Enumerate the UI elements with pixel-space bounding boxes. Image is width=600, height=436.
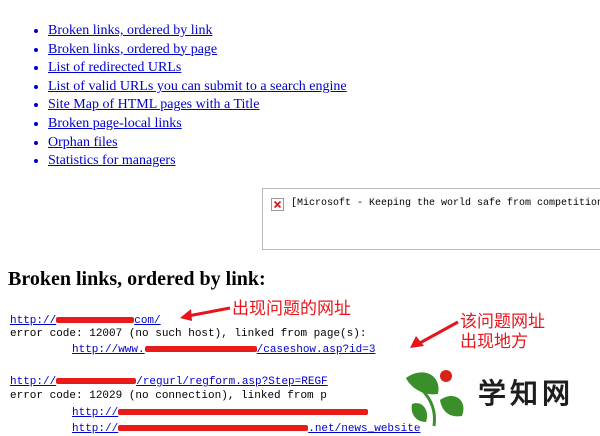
referrer-link[interactable]: http://www./caseshow.asp?id=3 [72,344,375,356]
nav-link-valid-urls[interactable]: List of valid URLs you can submit to a s… [48,79,347,94]
leaf-logo-icon [396,368,468,428]
annotation-arrow [180,306,231,321]
referrer-entry: http://.net/news_website [72,423,420,436]
referrer-entry: http://www./caseshow.asp?id=3 [72,344,375,357]
nav-link-page-local-links[interactable]: Broken page-local links [48,116,182,131]
broken-url-link[interactable]: http:///regurl/regform.asp?Step=REGF [10,376,328,388]
redaction-mark [56,378,137,385]
broken-link-entry: http://com/ [10,315,161,328]
nav-item-redirected-urls[interactable]: List of redirected URLs [48,59,347,78]
nav-item-site-map[interactable]: Site Map of HTML pages with a Title [48,96,347,115]
error-line: error code: 12007 (no such host), linked… [10,328,367,340]
nav-link-redirected-urls[interactable]: List of redirected URLs [48,60,181,75]
broken-ad-image[interactable]: [Microsoft - Keeping the world safe from… [262,188,600,250]
annotation-problem-page: 该问题网址 出现地方 [460,312,545,352]
nav-item-broken-by-link[interactable]: Broken links, ordered by link [48,22,347,41]
nav-link-site-map[interactable]: Site Map of HTML pages with a Title [48,97,259,112]
annotation-problem-url: 出现问题的网址 [232,299,351,319]
nav-link-broken-by-link[interactable]: Broken links, ordered by link [48,23,212,38]
nav-item-valid-urls[interactable]: List of valid URLs you can submit to a s… [48,78,347,97]
nav-item-page-local-links[interactable]: Broken page-local links [48,115,347,134]
redaction-mark [56,317,135,324]
nav-item-broken-by-page[interactable]: Broken links, ordered by page [48,41,347,60]
redaction-mark [118,425,309,432]
broken-url-link[interactable]: http://com/ [10,315,161,327]
nav-link-orphan-files[interactable]: Orphan files [48,135,118,150]
error-line: error code: 12029 (no connection), linke… [10,390,327,402]
page-title: Broken links, ordered by link: [8,268,266,290]
annotation-arrow [410,320,459,348]
nav-item-orphan-files[interactable]: Orphan files [48,134,347,153]
broken-image-icon [271,198,284,211]
nav-item-statistics[interactable]: Statistics for managers [48,152,347,171]
redaction-mark [144,346,257,353]
ad-alt-text: [Microsoft - Keeping the world safe from… [291,198,600,209]
annotation-line: 出现地方 [460,332,528,352]
nav-link-statistics[interactable]: Statistics for managers [48,153,176,168]
referrer-link[interactable]: http://.net/news_website [72,423,420,435]
annotation-line: 该问题网址 [460,312,545,332]
nav-link-broken-by-page[interactable]: Broken links, ordered by page [48,42,217,57]
report-nav-list: Broken links, ordered by link Broken lin… [30,22,347,171]
broken-link-entry: http:///regurl/regform.asp?Step=REGF [10,376,328,389]
referrer-entry: http:// [72,407,369,420]
referrer-link[interactable]: http:// [72,407,369,419]
watermark-text: 学知网 [478,377,575,410]
redaction-mark [118,409,369,416]
